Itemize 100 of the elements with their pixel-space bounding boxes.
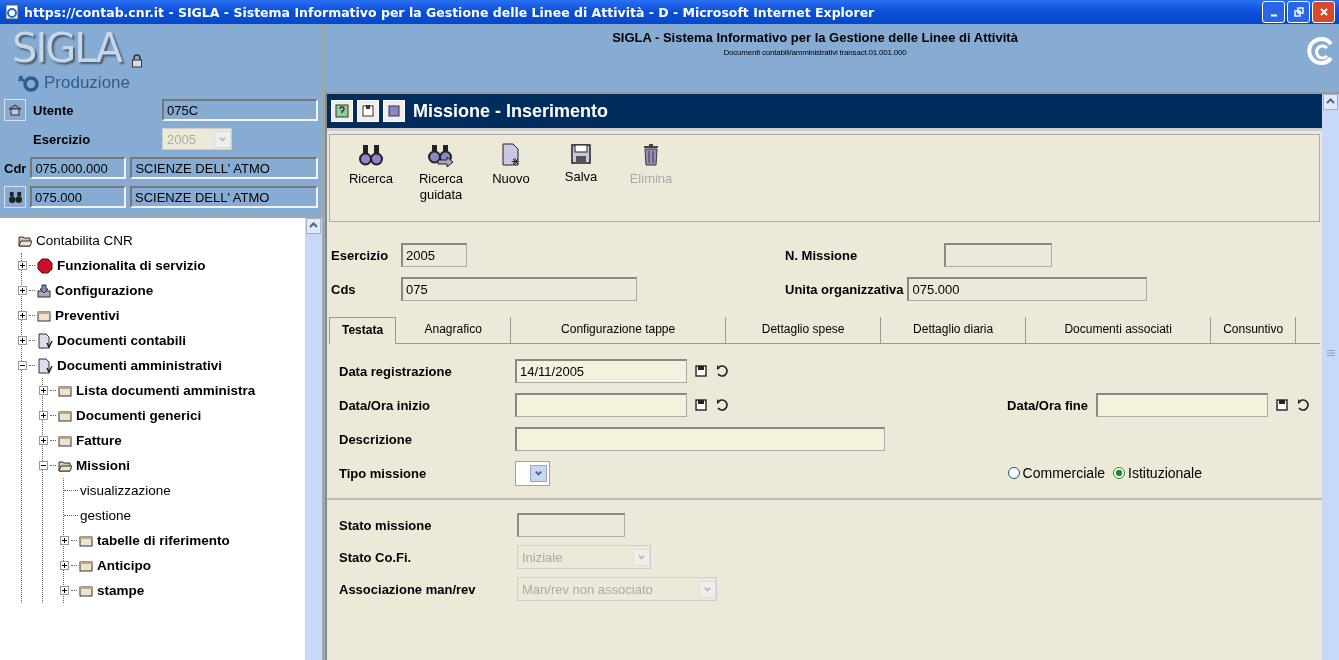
tab[interactable]: Testata <box>329 317 397 344</box>
reset-icon[interactable] <box>1296 398 1310 412</box>
tree-item[interactable]: Funzionalita di servizio <box>57 258 206 273</box>
tree-item[interactable]: Lista documenti amministra <box>76 383 256 398</box>
folder-icon <box>79 559 93 572</box>
folder-icon <box>58 409 72 422</box>
tree-item[interactable]: stampe <box>97 583 145 598</box>
description-field[interactable] <box>515 427 885 451</box>
user-field[interactable]: 075C <box>162 99 318 121</box>
mission-number-field[interactable] <box>944 243 1052 267</box>
cdr-code-field[interactable]: 075.000.000 <box>30 157 127 179</box>
tab[interactable]: Dettaglio diaria <box>881 317 1027 343</box>
scrollbar[interactable] <box>305 218 322 660</box>
radio-label[interactable]: Commerciale <box>1022 465 1106 481</box>
maximize-panel-button[interactable] <box>383 100 405 122</box>
restore-panel-button[interactable] <box>357 100 379 122</box>
tree-item[interactable]: Contabilita CNR <box>36 233 133 248</box>
tree-item[interactable]: Missioni <box>76 458 130 473</box>
tree-item[interactable]: Documenti contabili <box>57 333 186 348</box>
expand-icon[interactable] <box>39 436 48 445</box>
year-field[interactable]: 2005 <box>401 243 467 267</box>
field-label: Esercizio <box>331 247 390 263</box>
org-unit-field[interactable]: 075.000 <box>907 277 1148 301</box>
field-label: Tipo missione <box>339 465 428 481</box>
minimize-button[interactable] <box>1262 1 1285 23</box>
logo-icon <box>1305 36 1335 66</box>
field-label: N. Missione <box>785 247 859 263</box>
expand-icon[interactable] <box>18 261 27 270</box>
field-label: Cds <box>331 281 357 297</box>
collapse-icon[interactable] <box>18 361 27 370</box>
calendar-icon[interactable] <box>695 399 707 411</box>
tree-item[interactable]: Fatture <box>76 433 122 448</box>
expand-icon[interactable] <box>60 561 69 570</box>
tab[interactable]: Dettaglio spese <box>726 317 882 343</box>
expand-icon[interactable] <box>18 286 27 295</box>
date-field[interactable] <box>1096 393 1268 417</box>
search-button[interactable] <box>4 186 26 208</box>
toolbar-button[interactable]: Salva <box>550 143 612 185</box>
radio-label[interactable]: Istituzionale <box>1128 465 1202 481</box>
expand-icon[interactable] <box>60 536 69 545</box>
tab[interactable]: Consuntivo <box>1211 317 1297 343</box>
document-edit-icon <box>37 357 53 374</box>
restore-button[interactable] <box>1287 1 1310 23</box>
restore-icon <box>1293 7 1304 17</box>
lock-icon <box>130 54 143 68</box>
tab[interactable]: Anagrafico <box>396 317 512 343</box>
binoculars-arrow-icon <box>428 143 454 167</box>
scrollbar[interactable] <box>1322 94 1339 660</box>
radio-button[interactable] <box>1113 467 1126 479</box>
tab[interactable]: Documenti associati <box>1026 317 1212 343</box>
folder-icon <box>58 384 72 397</box>
reset-icon[interactable] <box>715 398 729 412</box>
expand-icon[interactable] <box>18 336 27 345</box>
tree-item[interactable]: Documenti generici <box>76 408 202 423</box>
uo-code-field[interactable]: 075.000 <box>30 186 126 208</box>
calendar-icon[interactable] <box>695 365 707 377</box>
uo-name-field[interactable]: SCIENZE DELL' ATMO <box>130 186 318 208</box>
scroll-up-icon[interactable] <box>306 218 321 234</box>
tree-item[interactable]: Documenti amministrativi <box>57 358 223 373</box>
expand-icon[interactable] <box>60 586 69 595</box>
scroll-grip-icon <box>1326 350 1335 356</box>
app-logo: SIGLA <box>12 28 121 68</box>
expand-icon[interactable] <box>39 386 48 395</box>
date-field[interactable] <box>515 393 687 417</box>
field-label: Data/Ora fine <box>1007 397 1088 413</box>
radio-button[interactable] <box>1007 467 1020 479</box>
tree-item[interactable]: gestione <box>80 508 132 523</box>
toolbar-button[interactable]: Ricerca guidata <box>410 143 472 203</box>
field-label: Stato Co.Fi. <box>339 549 413 565</box>
calendar-icon[interactable] <box>1276 399 1288 411</box>
tree-item[interactable]: visualizzazione <box>80 483 171 498</box>
expand-icon[interactable] <box>18 311 27 320</box>
cdr-name-field[interactable]: SCIENZE DELL' ATMO <box>130 157 318 179</box>
tree-item[interactable]: tabelle di riferimento <box>97 533 230 548</box>
scroll-up-icon[interactable] <box>1323 94 1338 110</box>
caret-icon <box>534 468 543 478</box>
date-field[interactable]: 14/11/2005 <box>515 359 687 383</box>
field-label: Esercizio <box>32 131 92 147</box>
caret-icon <box>703 584 712 594</box>
help-icon <box>335 104 349 118</box>
tree-item[interactable]: Anticipo <box>97 558 151 573</box>
document-edit-icon <box>37 332 53 349</box>
tab[interactable]: Configurazione tappe <box>511 317 727 343</box>
home-button[interactable] <box>4 99 26 121</box>
status-field[interactable] <box>517 513 625 537</box>
app-subtitle: Documenti contabili/amministrativi transact.01.001.000 <box>723 48 907 57</box>
caret-icon <box>218 134 227 144</box>
close-button[interactable] <box>1312 1 1335 23</box>
binoculars-icon <box>359 143 383 167</box>
cds-field[interactable]: 075 <box>401 277 637 301</box>
toolbar-button[interactable]: Ricerca <box>340 143 402 187</box>
binoculars-icon <box>7 190 23 204</box>
tree-item[interactable]: Configurazione <box>55 283 154 298</box>
toolbar-button[interactable]: Nuovo <box>480 143 542 187</box>
close-icon <box>1318 7 1329 17</box>
tree-item[interactable]: Preventivi <box>55 308 120 323</box>
expand-icon[interactable] <box>39 411 48 420</box>
help-button[interactable] <box>331 100 353 122</box>
collapse-icon[interactable] <box>39 461 48 470</box>
reset-icon[interactable] <box>715 364 729 378</box>
